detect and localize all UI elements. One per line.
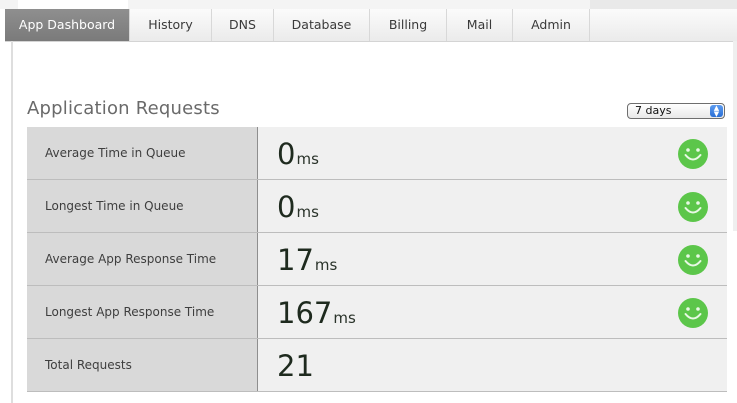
metric-unit: ms — [333, 309, 356, 327]
section-title: Application Requests — [27, 98, 220, 119]
metric-unit: ms — [314, 256, 338, 274]
metric-value: 0 — [277, 190, 296, 224]
tab-dns[interactable]: DNS — [212, 9, 274, 41]
time-range-value: 7 days — [635, 104, 672, 117]
metric-row: Average Time in Queue 0 ms — [27, 127, 727, 180]
main-tab-bar: App Dashboard History DNS Database Billi… — [5, 9, 737, 42]
smiley-face-icon — [678, 192, 708, 222]
metric-value-cell: 167 ms — [258, 286, 727, 338]
content-right-border — [733, 41, 737, 231]
metric-value: 167 — [277, 296, 333, 330]
metric-label: Average Time in Queue — [27, 127, 258, 179]
window-top-strip — [0, 0, 737, 9]
metric-row: Average App Response Time 17 ms — [27, 233, 727, 286]
metric-row: Longest Time in Queue 0 ms — [27, 180, 727, 233]
metric-label: Longest App Response Time — [27, 286, 258, 338]
metric-value-cell: 17 ms — [258, 233, 727, 285]
metric-unit: ms — [296, 150, 319, 168]
metric-value-cell: 0 ms — [258, 180, 727, 232]
metric-value: 17 — [277, 243, 314, 277]
smiley-face-icon — [678, 245, 708, 275]
metric-row: Longest App Response Time 167 ms — [27, 286, 727, 339]
tab-app-dashboard[interactable]: App Dashboard — [5, 9, 130, 41]
tab-history[interactable]: History — [130, 9, 212, 41]
metric-label: Total Requests — [27, 339, 258, 391]
time-range-select[interactable]: 7 days ▲ ▼ — [627, 103, 725, 119]
top-strip-gap — [18, 0, 128, 9]
metric-value-cell: 0 ms — [258, 127, 727, 179]
metric-label: Average App Response Time — [27, 233, 258, 285]
tab-mail[interactable]: Mail — [447, 9, 513, 41]
metric-row: Total Requests 21 — [27, 339, 727, 392]
smiley-face-icon — [678, 139, 708, 169]
metric-unit: ms — [296, 203, 319, 221]
metric-value: 21 — [277, 349, 314, 383]
tab-database[interactable]: Database — [274, 9, 370, 41]
top-strip-right — [590, 0, 737, 9]
smiley-face-icon — [678, 298, 708, 328]
metric-value: 0 — [277, 137, 296, 171]
tab-billing[interactable]: Billing — [370, 9, 447, 41]
content-left-border — [11, 41, 13, 403]
tab-admin[interactable]: Admin — [513, 9, 590, 41]
metric-value-cell: 21 — [258, 339, 727, 391]
metric-label: Longest Time in Queue — [27, 180, 258, 232]
metrics-table: Average Time in Queue 0 ms Longest Time … — [27, 127, 727, 392]
select-stepper-icon: ▲ ▼ — [710, 105, 723, 118]
